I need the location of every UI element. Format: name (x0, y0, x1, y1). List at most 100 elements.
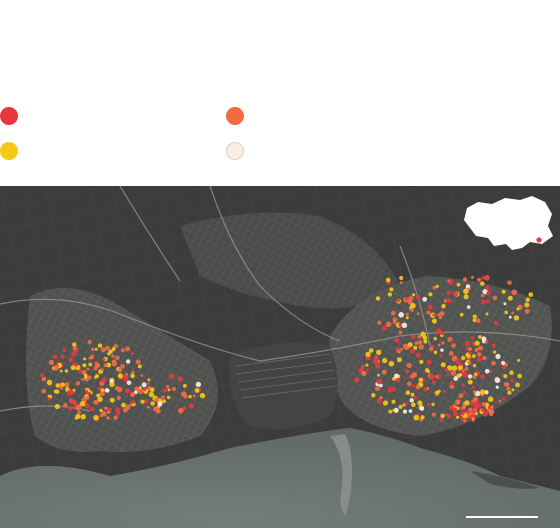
incident-dot (503, 302, 507, 306)
incident-dot (194, 388, 200, 393)
incident-dot (410, 348, 416, 354)
incident-dot (415, 384, 421, 390)
incident-dot (400, 347, 404, 351)
incident-dot (501, 289, 506, 294)
incident-dot (456, 415, 460, 419)
incident-dot (124, 388, 130, 394)
incident-dot (461, 383, 465, 387)
incident-dot (117, 373, 123, 379)
incident-dot (517, 373, 522, 379)
incident-dot (89, 406, 95, 412)
incident-dot (382, 327, 386, 331)
incident-dot (376, 378, 383, 385)
incident-dot (120, 348, 125, 353)
satellite-map[interactable] (0, 186, 560, 528)
incident-dot (398, 312, 405, 318)
incident-dot (385, 277, 391, 283)
incident-dot (467, 379, 473, 385)
incident-dot (480, 389, 486, 395)
inset-location-marker (536, 237, 542, 243)
incident-dot (427, 402, 431, 406)
incident-dot (501, 360, 506, 366)
incident-dot (376, 349, 382, 355)
incident-dot (72, 388, 76, 392)
incident-dot (475, 318, 481, 323)
incident-dot (113, 344, 118, 349)
incident-dot (74, 416, 78, 420)
incident-dot (165, 384, 170, 389)
incident-dot (513, 315, 520, 321)
incident-dot (66, 390, 73, 396)
incident-dot (410, 392, 415, 397)
incident-dot (451, 343, 456, 348)
incident-dot (382, 357, 388, 364)
incident-dot (443, 299, 448, 303)
incident-dot (83, 357, 87, 361)
incident-dot (72, 346, 77, 351)
incident-dot (449, 339, 453, 343)
incident-dot (410, 307, 414, 312)
incident-dot (141, 382, 147, 388)
incident-dot (488, 409, 495, 415)
incident-dot (77, 369, 83, 374)
incident-dot (481, 276, 485, 280)
incident-dot (485, 312, 489, 316)
incident-dot (161, 395, 165, 399)
incident-dot (130, 352, 134, 356)
incident-dot (506, 386, 511, 391)
incident-dot (435, 390, 440, 395)
incident-dot (440, 362, 446, 368)
incident-dot (511, 388, 515, 392)
incident-dot (396, 357, 402, 363)
incident-dot (515, 382, 520, 388)
incident-dot (411, 334, 416, 340)
incident-dot (167, 388, 171, 392)
incident-dot (439, 418, 444, 422)
incident-dot (47, 397, 51, 401)
incident-dot (54, 403, 60, 410)
incident-dot (433, 337, 437, 341)
legend-item-yellow (0, 142, 28, 160)
incident-dot (385, 321, 392, 328)
legend (0, 0, 560, 186)
incident-dot (446, 373, 450, 376)
incident-dot (391, 399, 396, 404)
incident-dot (504, 310, 509, 315)
incident-dot (69, 398, 76, 405)
incident-dot (458, 393, 464, 399)
incident-dot (463, 419, 467, 423)
incident-dot (491, 360, 496, 366)
incident-dot (93, 366, 98, 371)
incident-dot (405, 316, 409, 320)
incident-dot (377, 373, 381, 377)
incident-dot (470, 336, 474, 340)
incident-dot (480, 299, 486, 305)
incident-dot (438, 315, 443, 320)
incident-dot (441, 341, 445, 345)
incident-dot (510, 379, 514, 383)
incident-dot (468, 351, 472, 355)
incident-dot (419, 406, 425, 411)
incident-dot (64, 369, 69, 373)
incident-dot (155, 408, 161, 414)
incident-dot (461, 355, 466, 361)
incident-dot (464, 340, 471, 347)
incident-dot (48, 359, 55, 366)
incident-dot (168, 373, 175, 380)
incident-dot (412, 293, 416, 297)
incident-dot (125, 346, 130, 352)
incident-dot (111, 347, 116, 352)
incident-dot (446, 290, 451, 296)
incident-dot (46, 379, 53, 386)
incident-dot (399, 275, 404, 281)
incident-dot (83, 373, 88, 378)
incident-dot (171, 386, 177, 392)
incident-dot (415, 295, 421, 300)
legend-swatch-yellow (0, 142, 18, 160)
incident-dot (464, 366, 469, 371)
incident-dot (449, 381, 455, 386)
incident-dot (388, 360, 395, 367)
incident-dot (114, 407, 120, 413)
incident-dot (105, 345, 110, 351)
incident-dot (111, 359, 117, 365)
